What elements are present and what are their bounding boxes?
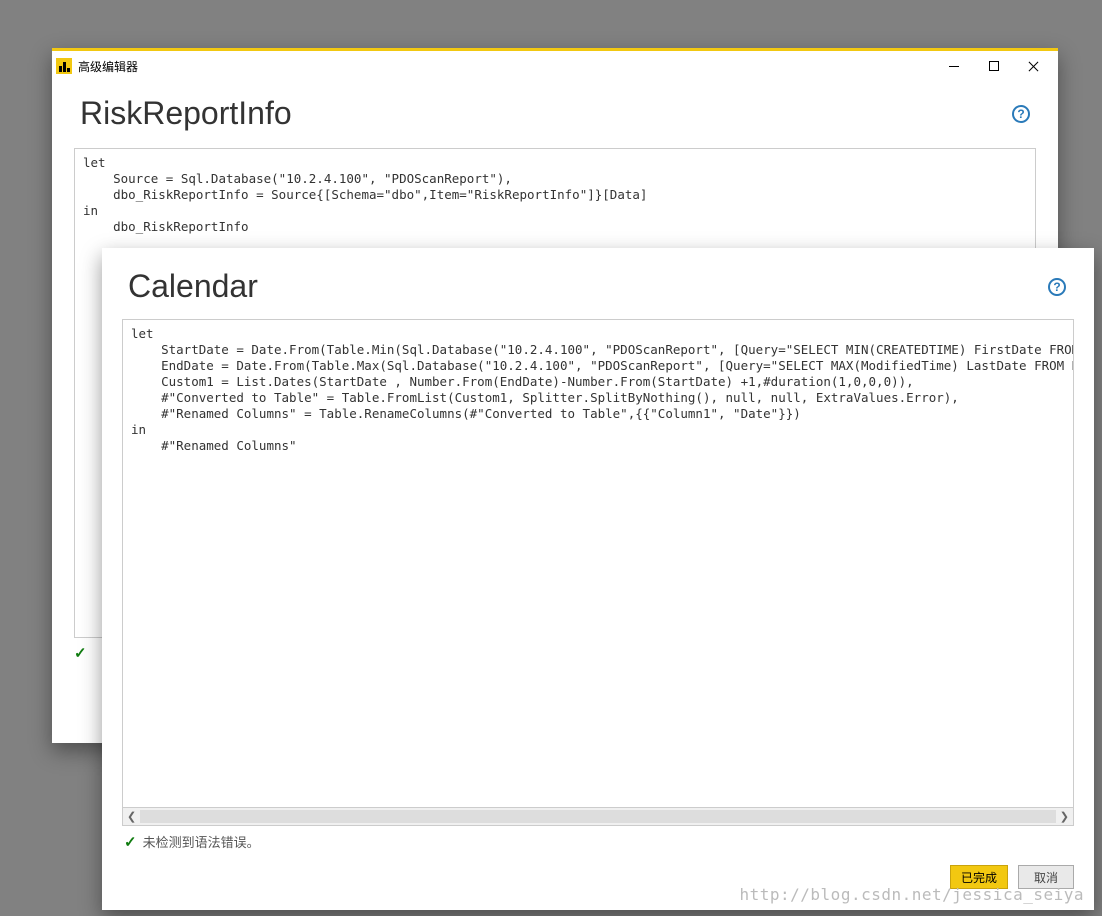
scroll-right-icon[interactable]: ❯ (1060, 810, 1069, 823)
header-row: RiskReportInfo ? (52, 81, 1058, 138)
code-text: let Source = Sql.Database("10.2.4.100", … (83, 155, 647, 234)
advanced-editor-window-front: Calendar ? let StartDate = Date.From(Tab… (102, 248, 1094, 910)
help-icon[interactable]: ? (1048, 278, 1066, 296)
status-bar: ✓ 未检测到语法错误。 (102, 826, 1094, 857)
minimize-button[interactable] (934, 52, 974, 80)
maximize-button[interactable] (974, 52, 1014, 80)
horizontal-scrollbar[interactable]: ❮ ❯ (122, 808, 1074, 826)
close-button[interactable] (1014, 52, 1054, 80)
status-text: 未检测到语法错误。 (143, 832, 260, 851)
help-icon[interactable]: ? (1012, 105, 1030, 123)
window-title: 高级编辑器 (78, 58, 138, 75)
query-title: Calendar (128, 268, 258, 305)
watermark: http://blog.csdn.net/jessica_seiya (739, 885, 1084, 904)
code-editor[interactable]: let StartDate = Date.From(Table.Min(Sql.… (122, 319, 1074, 808)
scroll-left-icon[interactable]: ❮ (127, 810, 136, 823)
check-icon: ✓ (74, 644, 87, 662)
query-title: RiskReportInfo (80, 95, 292, 132)
check-icon: ✓ (124, 833, 137, 851)
titlebar[interactable]: 高级编辑器 (52, 51, 1058, 81)
scroll-track[interactable] (140, 810, 1056, 823)
code-text: let StartDate = Date.From(Table.Min(Sql.… (131, 326, 1074, 453)
window-controls (934, 52, 1054, 80)
app-icon (56, 58, 72, 74)
header-row: Calendar ? (102, 248, 1094, 311)
